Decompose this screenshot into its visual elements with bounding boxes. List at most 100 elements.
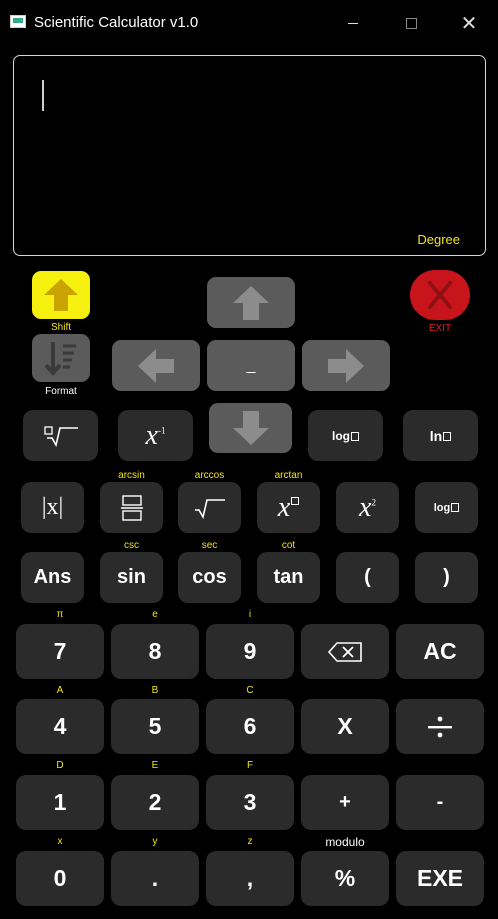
arrow-left-icon	[138, 348, 174, 383]
nav-center-button[interactable]: _	[207, 340, 295, 391]
shift-label: Shift	[50, 322, 71, 333]
sqrt-button[interactable]	[178, 482, 241, 533]
tan-button[interactable]: tan	[257, 552, 320, 603]
sort-format-icon	[44, 342, 76, 377]
execute-button[interactable]: EXE	[396, 851, 484, 906]
placeholder-box-icon	[291, 497, 300, 506]
cot-label: cot	[281, 540, 296, 551]
placeholder-box-icon	[443, 432, 452, 442]
fraction-button[interactable]	[100, 482, 163, 533]
placeholder-box-icon	[451, 503, 460, 513]
abs-button[interactable]: |x|	[21, 482, 84, 533]
y-label: y	[152, 836, 158, 847]
shift-button[interactable]	[32, 271, 90, 319]
exit-button[interactable]	[410, 270, 470, 320]
power-symbol: x	[278, 492, 300, 524]
left-paren-button[interactable]: (	[336, 552, 399, 603]
maximize-button[interactable]	[388, 8, 434, 38]
app-icon	[10, 15, 26, 28]
format-label: Format	[45, 386, 77, 397]
nav-left-button[interactable]	[112, 340, 200, 391]
arrow-up-icon	[233, 285, 269, 320]
C-label: C	[246, 685, 254, 696]
nav-down-button[interactable]	[209, 403, 292, 453]
log-text: log	[433, 501, 451, 514]
ans-button[interactable]: Ans	[21, 552, 84, 603]
percent-button[interactable]: %	[301, 851, 389, 906]
arccos-label: arccos	[194, 470, 225, 481]
A-label: A	[56, 685, 64, 696]
inverse-button[interactable]: x-1	[118, 410, 193, 461]
i-label: i	[248, 609, 252, 620]
log-base-button[interactable]: log	[308, 410, 383, 461]
plus-button[interactable]: +	[301, 775, 389, 830]
sqrt-icon	[194, 498, 225, 519]
e-label: e	[152, 609, 158, 620]
four-button[interactable]: 4	[16, 699, 104, 754]
z-label: z	[247, 836, 253, 847]
log-label: log	[434, 502, 460, 514]
ln-label: ln	[429, 427, 452, 444]
multiply-button[interactable]: X	[301, 699, 389, 754]
nth-root-icon	[43, 425, 78, 447]
arrow-down-icon	[232, 411, 269, 445]
comma-button[interactable]: ,	[206, 851, 294, 906]
exit-label: EXIT	[428, 323, 452, 334]
B-label: B	[151, 685, 159, 696]
inverse-symbol: x-1	[145, 419, 166, 451]
cos-button[interactable]: cos	[178, 552, 241, 603]
x-label: x	[57, 836, 63, 847]
pi-label: π	[56, 609, 64, 620]
nav-right-button[interactable]	[302, 340, 390, 391]
arcsin-label: arcsin	[118, 470, 145, 481]
angle-mode-indicator: Degree	[417, 232, 460, 247]
arctan-label: arctan	[274, 470, 303, 481]
backspace-button[interactable]	[301, 624, 389, 679]
divide-icon	[428, 716, 452, 737]
arrow-up-icon	[44, 279, 78, 311]
E-label: E	[151, 760, 159, 771]
log-button[interactable]: log	[415, 482, 478, 533]
close-button[interactable]: ✕	[446, 8, 492, 38]
F-label: F	[246, 760, 254, 771]
calculator-display[interactable]: Degree	[13, 55, 486, 256]
two-button[interactable]: 2	[111, 775, 199, 830]
eight-button[interactable]: 8	[111, 624, 199, 679]
right-paren-button[interactable]: )	[415, 552, 478, 603]
nine-button[interactable]: 9	[206, 624, 294, 679]
six-button[interactable]: 6	[206, 699, 294, 754]
minimize-button[interactable]	[330, 8, 376, 38]
placeholder-box-icon	[351, 431, 359, 441]
nav-up-button[interactable]	[207, 277, 295, 328]
seven-button[interactable]: 7	[16, 624, 104, 679]
backspace-icon	[327, 641, 362, 662]
all-clear-button[interactable]: AC	[396, 624, 484, 679]
D-label: D	[56, 760, 64, 771]
sec-label: sec	[201, 540, 218, 551]
sin-button[interactable]: sin	[100, 552, 163, 603]
three-button[interactable]: 3	[206, 775, 294, 830]
format-button[interactable]	[32, 334, 90, 382]
x-icon	[428, 281, 452, 309]
abs-label: |x|	[41, 494, 64, 520]
square-button[interactable]: x2	[336, 482, 399, 533]
five-button[interactable]: 5	[111, 699, 199, 754]
decimal-point-button[interactable]: .	[111, 851, 199, 906]
ln-text: ln	[429, 427, 443, 444]
square-symbol: x2	[359, 491, 376, 523]
fraction-icon	[120, 494, 143, 521]
text-caret	[42, 80, 44, 111]
ln-button[interactable]: ln	[403, 410, 478, 461]
nth-root-button[interactable]	[23, 410, 98, 461]
zero-button[interactable]: 0	[16, 851, 104, 906]
csc-label: csc	[124, 540, 139, 551]
minus-button[interactable]: -	[396, 775, 484, 830]
log-text: log	[332, 428, 350, 443]
one-button[interactable]: 1	[16, 775, 104, 830]
modulo-label: modulo	[325, 835, 365, 849]
arrow-right-icon	[328, 348, 364, 383]
divide-button[interactable]	[396, 699, 484, 754]
log-base-label: log	[332, 429, 359, 443]
window-title: Scientific Calculator v1.0	[34, 14, 199, 31]
power-button[interactable]: x	[257, 482, 320, 533]
